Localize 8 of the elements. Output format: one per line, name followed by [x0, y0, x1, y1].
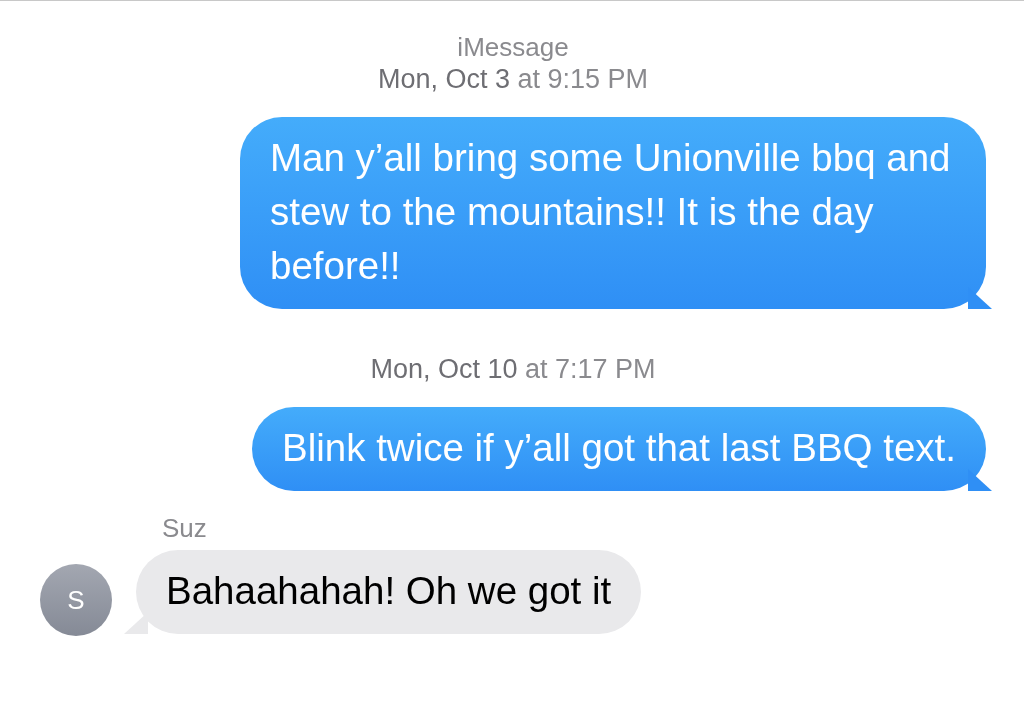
timestamp: Mon, Oct 10 at 7:17 PM [370, 354, 656, 384]
timestamp: Mon, Oct 3 at 9:15 PM [377, 64, 649, 94]
service-label: iMessage [457, 32, 569, 62]
sender-name: Suz [162, 513, 207, 543]
message-bubble: Man y’all bring some Unionville bbq and stew to the mountains!! It is the day before!! [240, 117, 986, 309]
message-bubble: Blink twice if y’all got that last BBQ text. [252, 407, 986, 491]
avatar: S [40, 564, 112, 636]
message-bubble: Bahaahahah! Oh we got it [136, 550, 642, 634]
